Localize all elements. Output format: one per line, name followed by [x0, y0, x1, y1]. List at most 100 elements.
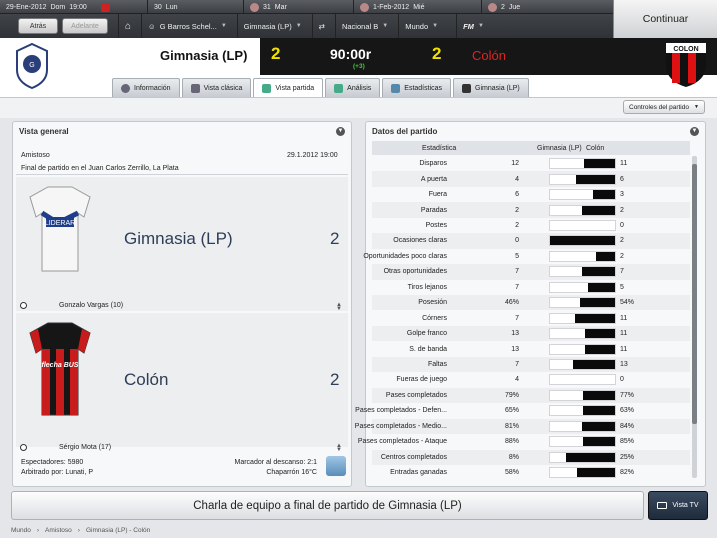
match-tabs: Información Vista clásica Vista partida … [112, 78, 529, 97]
status-crumb[interactable]: Gimnasia (LP) - Colón [86, 527, 150, 534]
chevron-right-icon: › [36, 526, 40, 534]
referee[interactable]: Arbitrado por: Lunati, P [21, 468, 93, 478]
stats-row: Pases completados - Defen... 65% 63% [355, 403, 690, 418]
stat-home-value: 13 [511, 330, 519, 338]
weather-icon[interactable] [326, 456, 346, 476]
stat-label: Córners [422, 314, 447, 322]
status-crumb[interactable]: Mundo [11, 527, 31, 534]
stats-row: Ocasiones claras 0 2 [372, 233, 690, 249]
match-controls-dropdown[interactable]: Controles del partido ▼ [623, 100, 705, 114]
away-team-score: 2 [330, 370, 340, 389]
stat-home-value: 6 [515, 191, 519, 199]
home-team-label[interactable]: Gimnasia (LP) [124, 229, 233, 249]
stat-bar [549, 436, 616, 448]
chevron-down-icon: ▼ [220, 23, 227, 29]
stat-away-value: 13 [620, 361, 628, 369]
stats-row: Pases completados 79% 77% [372, 387, 690, 404]
date-cell[interactable]: 31 Mar [244, 0, 354, 14]
swap-icon[interactable]: ⇄ [311, 14, 331, 38]
scrollbar-thumb[interactable] [692, 164, 697, 424]
stat-label: Ocasiones claras [393, 237, 447, 245]
stat-bar-away [585, 344, 615, 354]
back-button[interactable]: Atrás [18, 18, 58, 34]
date-cell[interactable]: 29-Ene-2012 Dom 19:00 [0, 0, 148, 14]
spectators: Espectadores: 5980 [21, 459, 84, 466]
home-team-name[interactable]: Gimnasia (LP) [160, 48, 247, 63]
breadcrumb-competition[interactable]: Nacional B ▼ [334, 14, 394, 38]
day-label: Lun [165, 3, 178, 11]
stat-away-value: 25% [620, 453, 635, 461]
stat-bar-home [550, 329, 585, 339]
stat-label: Pases completados - Medio... [354, 422, 447, 430]
fm-menu[interactable]: FM ▼ [456, 14, 490, 38]
away-score: 2 [432, 44, 442, 63]
away-crest-text: COLON [673, 46, 698, 53]
stat-away-value: 11 [620, 330, 628, 338]
stats-row: Otras oportunidades 7 7 [372, 264, 690, 280]
tab-gimnasia[interactable]: Gimnasia (LP) [453, 78, 529, 97]
col-home[interactable]: Gimnasia (LP) [537, 145, 582, 152]
stat-bar-home [550, 360, 573, 370]
tab-informacion[interactable]: Información [112, 78, 180, 97]
away-team-label[interactable]: Colón [124, 370, 168, 390]
stat-away-value: 2 [620, 237, 624, 245]
chevron-down-icon[interactable]: ▼ [336, 126, 345, 136]
tab-analisis[interactable]: Análisis [325, 78, 381, 97]
stats-row: Oportunidades poco claras 5 2 [363, 249, 690, 264]
club-crest-icon [360, 2, 369, 12]
match-venue: Final de partido en el Juan Carlos Zerri… [21, 165, 179, 172]
navigation-row: Atrás Adelante ⌂ ☺ G Barros Schel... ▼ Gim… [0, 14, 613, 38]
stat-bar [549, 467, 616, 479]
date-cell[interactable]: 2 Jue [482, 0, 613, 14]
stat-label: Paradas [420, 206, 447, 214]
info-icon [121, 83, 130, 93]
away-team-card: flecha BUS Colón 2 Sérgio Mota (17) ▲ ▼ [16, 313, 348, 453]
expand-toggle-icon[interactable]: ▲ ▼ [336, 443, 342, 453]
col-away[interactable]: Colón [586, 145, 604, 152]
halftime-score: Marcador al descanso: 2:1 [234, 459, 318, 466]
stats-row: Disparos 12 11 [372, 156, 690, 171]
svg-text:G: G [29, 62, 34, 69]
stat-bar [549, 189, 616, 201]
away-scorer[interactable]: Sérgio Mota (17) [20, 444, 111, 451]
stat-bar [549, 389, 616, 401]
expand-toggle-icon[interactable]: ▲ ▼ [336, 302, 342, 312]
stats-row: Pases completados - Medio... 81% 84% [355, 418, 690, 435]
stats-row: Tiros lejanos 7 5 [372, 280, 690, 295]
stat-away-value: 6 [620, 175, 624, 183]
day-label: Mié [413, 3, 425, 11]
tab-vista-clasica[interactable]: Vista clásica [181, 78, 252, 97]
list-icon [190, 83, 200, 93]
status-crumb[interactable]: Amistoso [45, 527, 72, 534]
home-icon[interactable]: ⌂ [118, 14, 137, 38]
tab-estadisticas[interactable]: Estadísticas [382, 78, 452, 97]
chevron-down-icon[interactable]: ▼ [690, 126, 699, 136]
stat-home-value: 8% [508, 453, 519, 461]
date-cell[interactable]: 1-Feb-2012 Mié [354, 0, 482, 14]
stats-row: S. de banda 13 11 [372, 341, 690, 356]
stat-away-value: 0 [620, 221, 624, 229]
col-stat[interactable]: Estadística [422, 145, 456, 152]
stat-bar-home [550, 251, 596, 261]
stats-row: Pases completados - Ataque 88% 85% [358, 434, 690, 449]
breadcrumb-manager[interactable]: ☺ G Barros Schel... ▼ [141, 14, 233, 38]
stat-bar-home [550, 174, 576, 184]
date-cell[interactable]: 30 Lun [148, 0, 244, 14]
stat-label: Golpe franco [406, 330, 447, 338]
stat-bar-away [585, 329, 615, 339]
tab-vista-partida[interactable]: Vista partida [253, 78, 324, 97]
breadcrumb-club[interactable]: Gimnasia (LP) ▼ [236, 14, 308, 38]
overview-header: Vista general ▼ [19, 126, 345, 136]
forward-button[interactable]: Adelante [62, 18, 108, 34]
breadcrumb-world[interactable]: Mundo ▼ [398, 14, 444, 38]
stat-bar-home [550, 282, 588, 292]
away-team-name[interactable]: Colón [472, 48, 506, 63]
tv-view-button[interactable]: Vista TV [648, 491, 708, 520]
home-crest-icon: G [16, 42, 48, 90]
team-talk-button[interactable]: Charla de equipo a final de partido de G… [11, 491, 644, 520]
continue-button[interactable]: Continuar [613, 0, 717, 38]
stat-bar-home [550, 344, 585, 354]
stat-bar [549, 405, 616, 417]
stat-label: Faltas [427, 361, 447, 369]
home-scorer[interactable]: Gonzalo Vargas (10) [20, 302, 123, 309]
